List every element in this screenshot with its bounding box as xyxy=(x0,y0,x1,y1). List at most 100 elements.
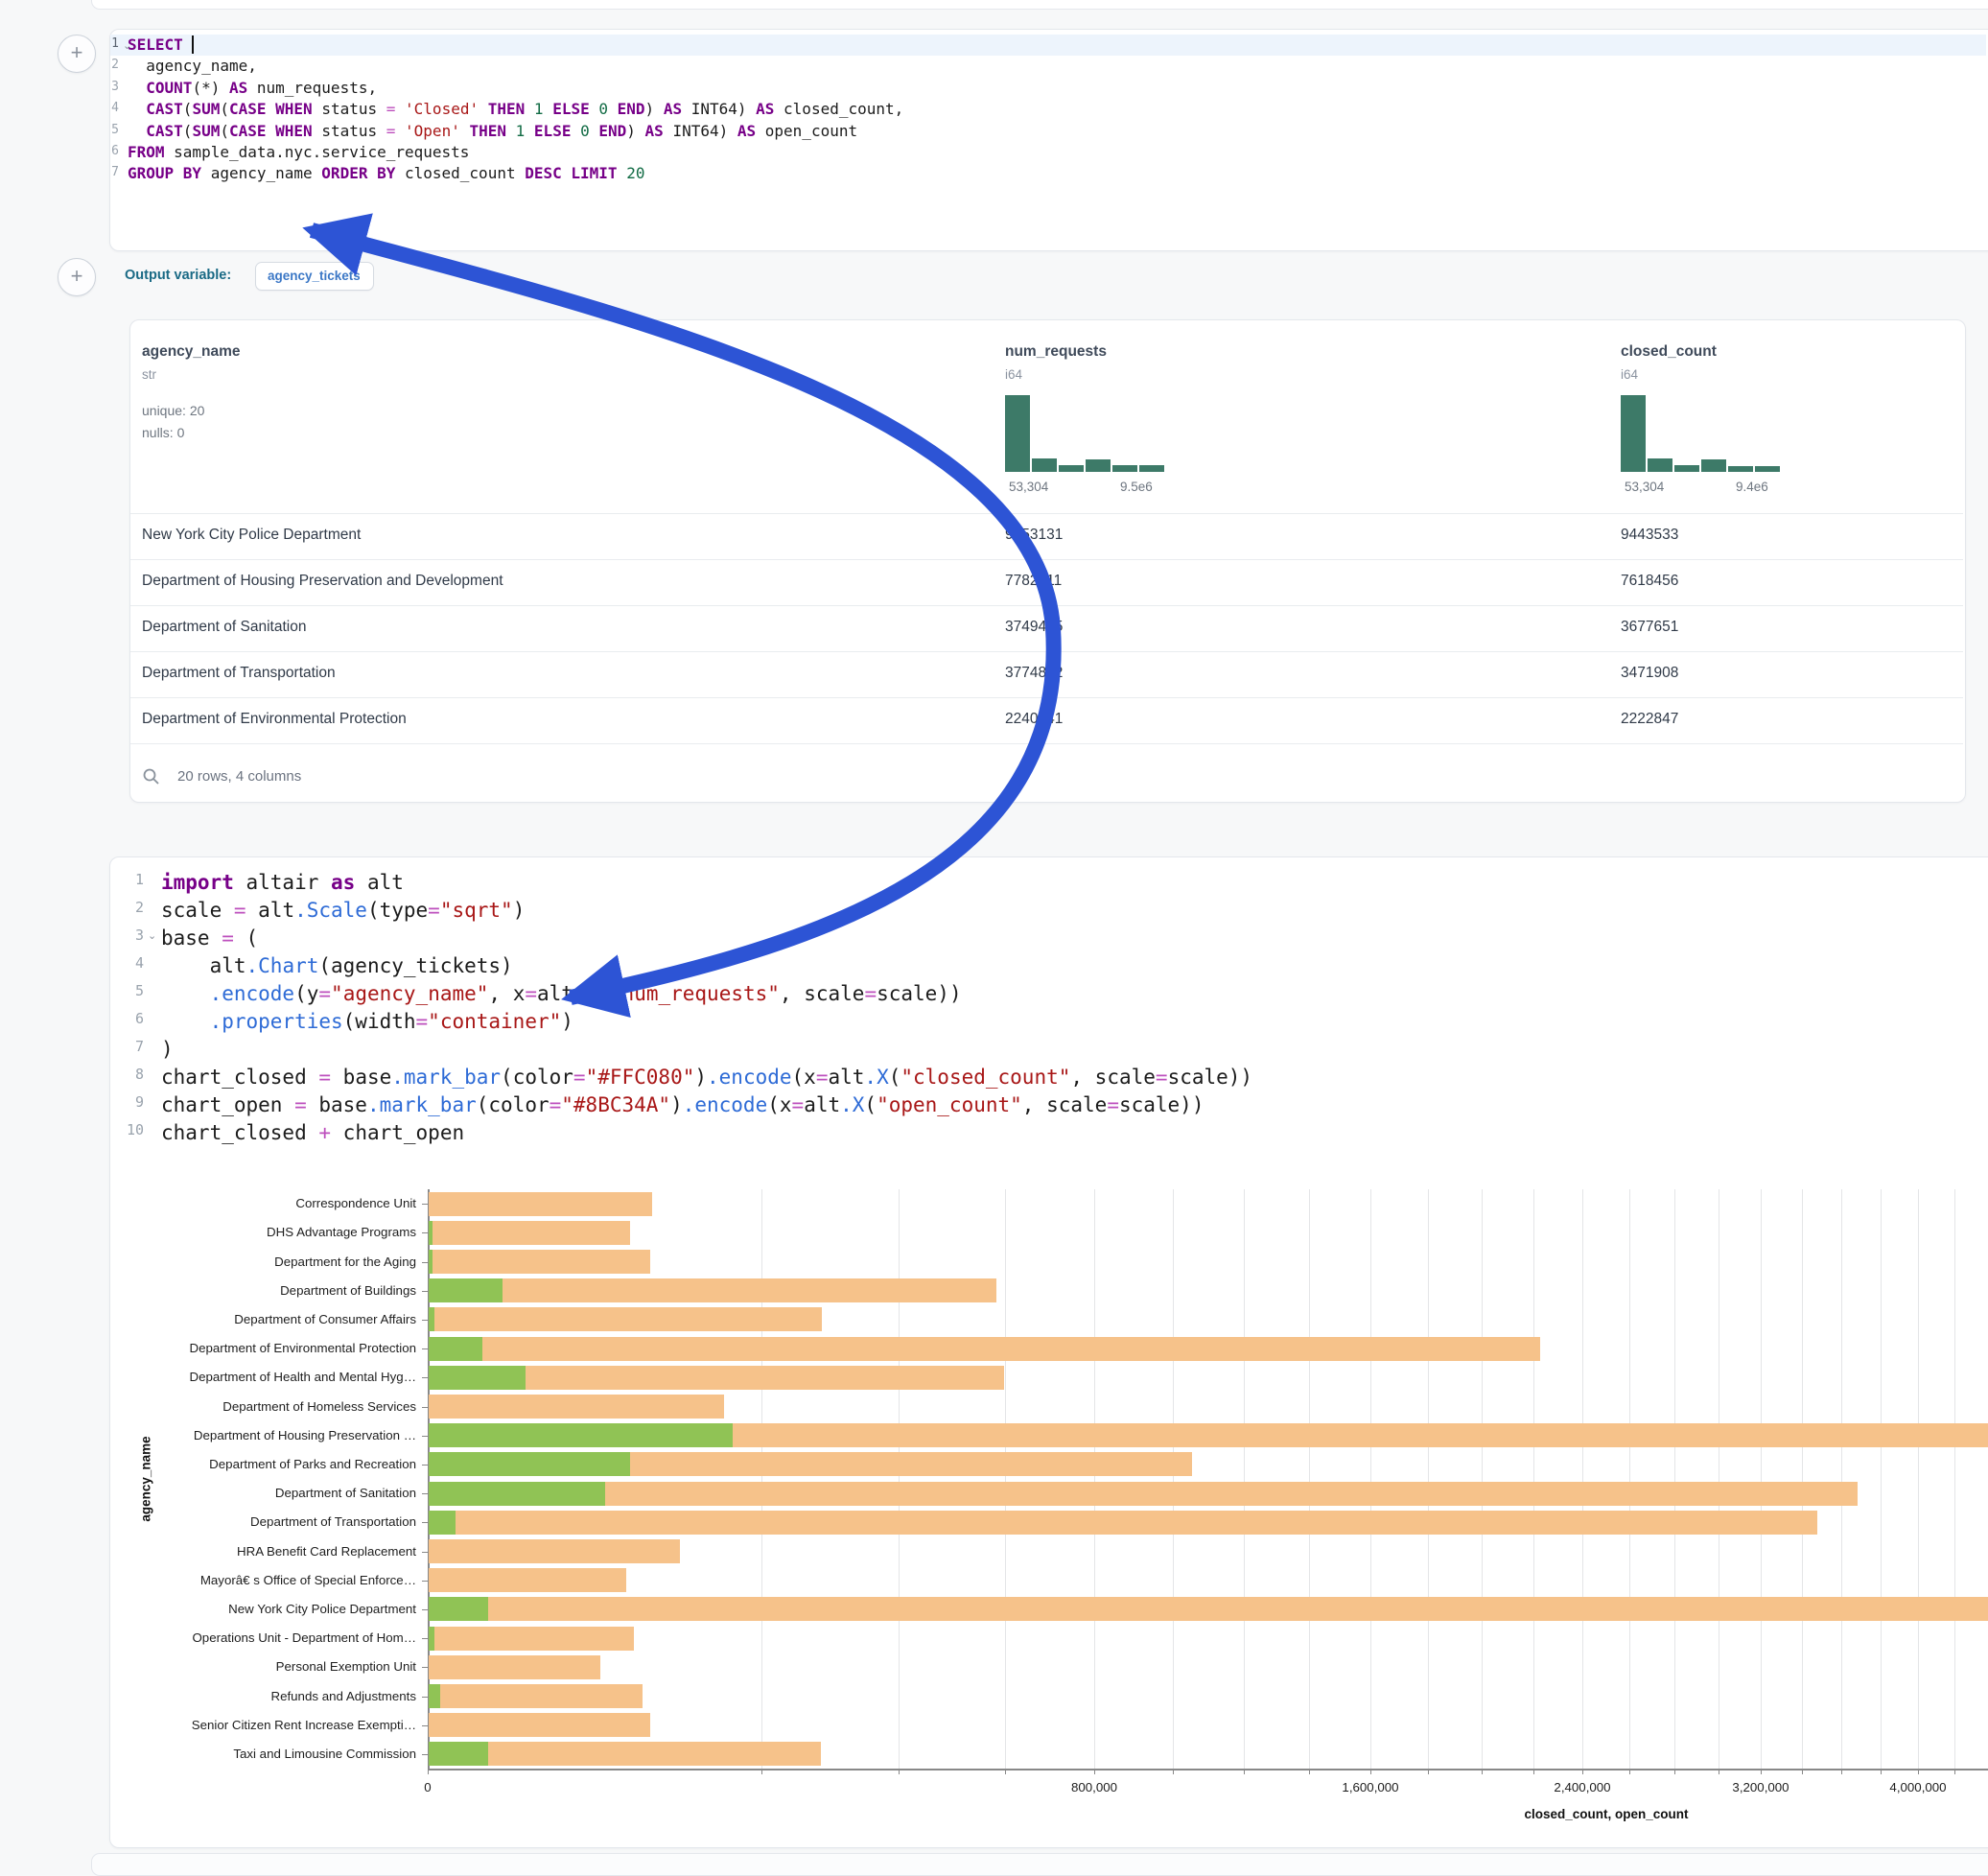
x-tick-label: 2,400,000 xyxy=(1554,1780,1610,1794)
column-header[interactable]: agency_name xyxy=(142,343,241,361)
histogram-bar xyxy=(1648,458,1672,472)
closed-count-bar xyxy=(429,1278,996,1302)
token: num_requests, xyxy=(247,79,377,97)
y-tick xyxy=(422,1493,428,1494)
open-count-bar xyxy=(429,1511,456,1535)
token: ) xyxy=(645,100,664,118)
column-header[interactable]: num_requests xyxy=(1005,343,1107,361)
gridline xyxy=(1094,1189,1095,1769)
token xyxy=(267,100,276,118)
histogram-max: 9.4e6 xyxy=(1736,480,1841,494)
line-number: 4 xyxy=(92,101,119,115)
closed-count-bar xyxy=(429,1627,634,1651)
code-line[interactable]: base = ( xyxy=(161,925,258,952)
y-tick xyxy=(422,1348,428,1349)
code-line[interactable]: chart_closed = base.mark_bar(color="#FFC… xyxy=(161,1064,1252,1091)
token: .mark_bar xyxy=(367,1093,477,1116)
token: FROM xyxy=(128,143,165,161)
x-tick-label: 1,600,000 xyxy=(1342,1780,1398,1794)
code-line[interactable]: import altair as alt xyxy=(161,869,404,897)
code-line[interactable]: CAST(SUM(CASE WHEN status = 'Open' THEN … xyxy=(128,121,857,142)
token: ( xyxy=(183,122,193,140)
cell-agency-name: Department of Environmental Protection xyxy=(142,711,407,728)
token: status xyxy=(313,100,386,118)
token: "closed_count" xyxy=(900,1066,1070,1089)
code-line[interactable]: .properties(width="container") xyxy=(161,1008,573,1036)
gridline xyxy=(899,1189,900,1769)
y-tick xyxy=(422,1552,428,1553)
y-tick xyxy=(422,1638,428,1639)
token: (color xyxy=(501,1066,573,1089)
token: altair xyxy=(234,871,331,894)
gridline xyxy=(1173,1189,1174,1769)
closed-count-bar xyxy=(429,1192,652,1216)
code-line[interactable]: SELECT xyxy=(128,35,194,56)
closed-count-bar xyxy=(429,1307,822,1331)
token: as xyxy=(331,871,355,894)
token: = xyxy=(550,1093,562,1116)
token: ( xyxy=(234,926,258,950)
code-line[interactable]: chart_closed + chart_open xyxy=(161,1119,464,1147)
code-line[interactable]: scale = alt.Scale(type="sqrt") xyxy=(161,897,525,925)
gridline xyxy=(1309,1189,1310,1769)
token: THEN xyxy=(469,122,506,140)
token: "agency_name" xyxy=(331,982,488,1005)
x-axis-title: closed_count, open_count xyxy=(1524,1807,1688,1821)
token: status xyxy=(313,122,386,140)
active-line-highlight xyxy=(110,35,1986,56)
token: COUNT xyxy=(146,79,192,97)
token xyxy=(183,35,193,54)
search-icon[interactable] xyxy=(142,767,161,786)
gridline xyxy=(1802,1189,1803,1769)
token: .X xyxy=(840,1093,864,1116)
add-cell-button-top[interactable]: + xyxy=(58,35,96,73)
closed-count-bar xyxy=(429,1395,724,1419)
token: WHEN xyxy=(275,122,313,140)
token: base xyxy=(161,926,222,950)
token xyxy=(618,164,627,182)
token: (width xyxy=(343,1010,416,1033)
line-number: 8 xyxy=(113,1066,144,1083)
fold-caret-icon[interactable]: ⌄ xyxy=(148,929,156,942)
open-count-bar xyxy=(429,1278,503,1302)
code-line[interactable]: FROM sample_data.nyc.service_requests xyxy=(128,142,469,163)
token xyxy=(506,122,516,140)
x-tick-label: 4,000,000 xyxy=(1889,1780,1946,1794)
code-line[interactable]: alt.Chart(agency_tickets) xyxy=(161,952,513,980)
column-header[interactable]: closed_count xyxy=(1621,343,1717,361)
code-line[interactable]: agency_name, xyxy=(128,56,257,77)
y-tick xyxy=(422,1291,428,1292)
y-tick xyxy=(422,1754,428,1755)
code-line[interactable]: COUNT(*) AS num_requests, xyxy=(128,78,377,99)
y-tick-label: Refunds and Adjustments xyxy=(157,1689,416,1703)
token: .Chart xyxy=(246,954,319,977)
code-line[interactable]: chart_open = base.mark_bar(color="#8BC34… xyxy=(161,1091,1204,1119)
token: AS xyxy=(229,79,247,97)
line-number: 5 xyxy=(113,982,144,999)
code-line[interactable]: ) xyxy=(161,1036,174,1064)
gridline xyxy=(1005,1189,1006,1769)
token: THEN xyxy=(488,100,526,118)
code-line[interactable]: CAST(SUM(CASE WHEN status = 'Closed' THE… xyxy=(128,99,903,120)
token: ( xyxy=(183,100,193,118)
add-cell-button-middle[interactable]: + xyxy=(58,258,96,296)
token: 0 xyxy=(580,122,590,140)
gridline xyxy=(1918,1189,1919,1769)
token: ( xyxy=(864,1093,877,1116)
output-variable-pill[interactable]: agency_tickets xyxy=(255,262,374,291)
cell-closed-count: 7618456 xyxy=(1621,573,1678,590)
y-tick xyxy=(422,1581,428,1582)
open-count-bar xyxy=(429,1597,488,1621)
line-number: 3 xyxy=(92,80,119,94)
token: ELSE xyxy=(534,122,572,140)
y-tick-label: HRA Benefit Card Replacement xyxy=(157,1544,416,1559)
code-line[interactable]: .encode(y="agency_name", x=alt.X("num_re… xyxy=(161,980,962,1008)
token: , scale xyxy=(780,982,865,1005)
token: = xyxy=(1156,1066,1168,1089)
token: SUM xyxy=(192,100,220,118)
token: alt xyxy=(804,1093,840,1116)
closed-count-bar xyxy=(429,1713,650,1737)
code-line[interactable]: GROUP BY agency_name ORDER BY closed_cou… xyxy=(128,163,644,184)
y-tick xyxy=(422,1377,428,1378)
token xyxy=(161,1010,210,1033)
